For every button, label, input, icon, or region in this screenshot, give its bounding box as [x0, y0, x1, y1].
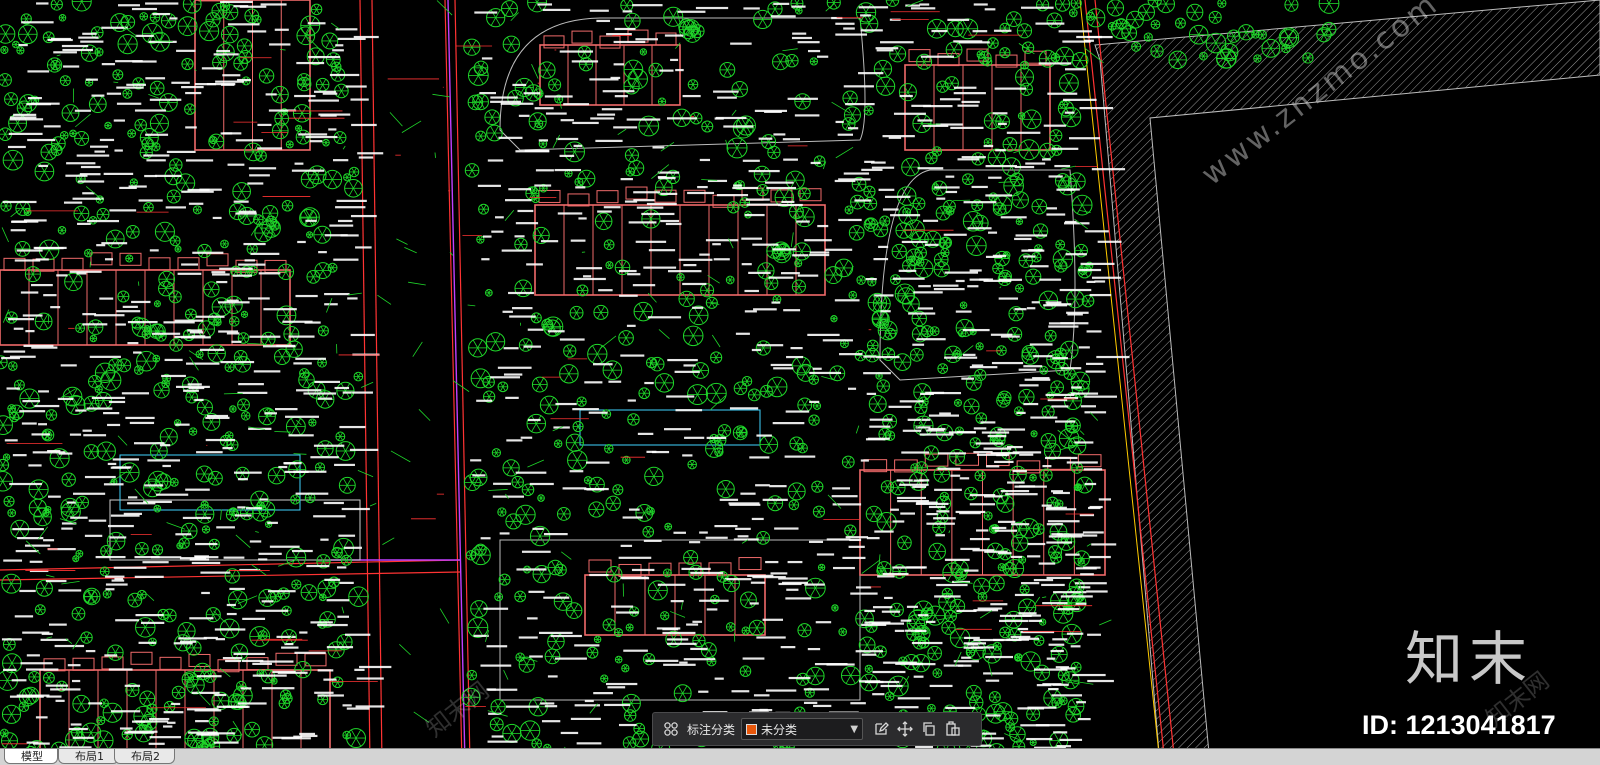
chevron-down-icon: ▼ — [850, 724, 858, 735]
annotation-category-label: 标注分类 — [687, 721, 735, 738]
cad-drawing-canvas[interactable] — [0, 0, 1600, 764]
move-icon[interactable] — [893, 717, 917, 741]
edit-icon[interactable] — [869, 717, 893, 741]
layout-tab-bar: 模型 布局1 布局2 — [0, 748, 1600, 765]
grid-icon[interactable] — [659, 717, 683, 741]
watermark-id: ID: 1213041817 — [1362, 712, 1556, 739]
annotation-category-select[interactable]: 未分类 ▼ — [741, 718, 863, 740]
tab-layout-1[interactable]: 布局1 — [58, 749, 119, 764]
watermark-logo: 知末 — [1405, 630, 1533, 688]
annotation-toolbar: 标注分类 未分类 ▼ — [652, 712, 982, 746]
copy-icon[interactable] — [917, 717, 941, 741]
category-color-swatch — [746, 724, 757, 735]
paste-icon[interactable] — [941, 717, 965, 741]
category-value: 未分类 — [761, 721, 850, 738]
tab-layout-2[interactable]: 布局2 — [114, 749, 175, 764]
tab-model[interactable]: 模型 — [4, 749, 58, 764]
